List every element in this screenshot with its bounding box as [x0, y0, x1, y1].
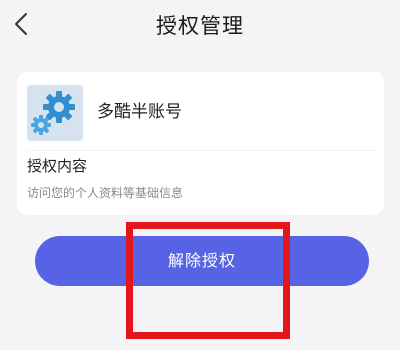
gear-settings-icon: [27, 85, 83, 141]
authorization-card: 多酷半账号 授权内容 访问您的个人资料等基础信息: [17, 72, 384, 215]
app-name: 多酷半账号: [97, 102, 182, 122]
page-title: 授权管理: [156, 14, 244, 38]
divider: [27, 150, 374, 151]
top-bar: 授权管理: [0, 0, 400, 48]
revoke-authorization-button[interactable]: 解除授权: [35, 236, 369, 286]
authorization-content-title: 授权内容: [27, 157, 88, 175]
authorization-content-description: 访问您的个人资料等基础信息: [27, 186, 184, 200]
